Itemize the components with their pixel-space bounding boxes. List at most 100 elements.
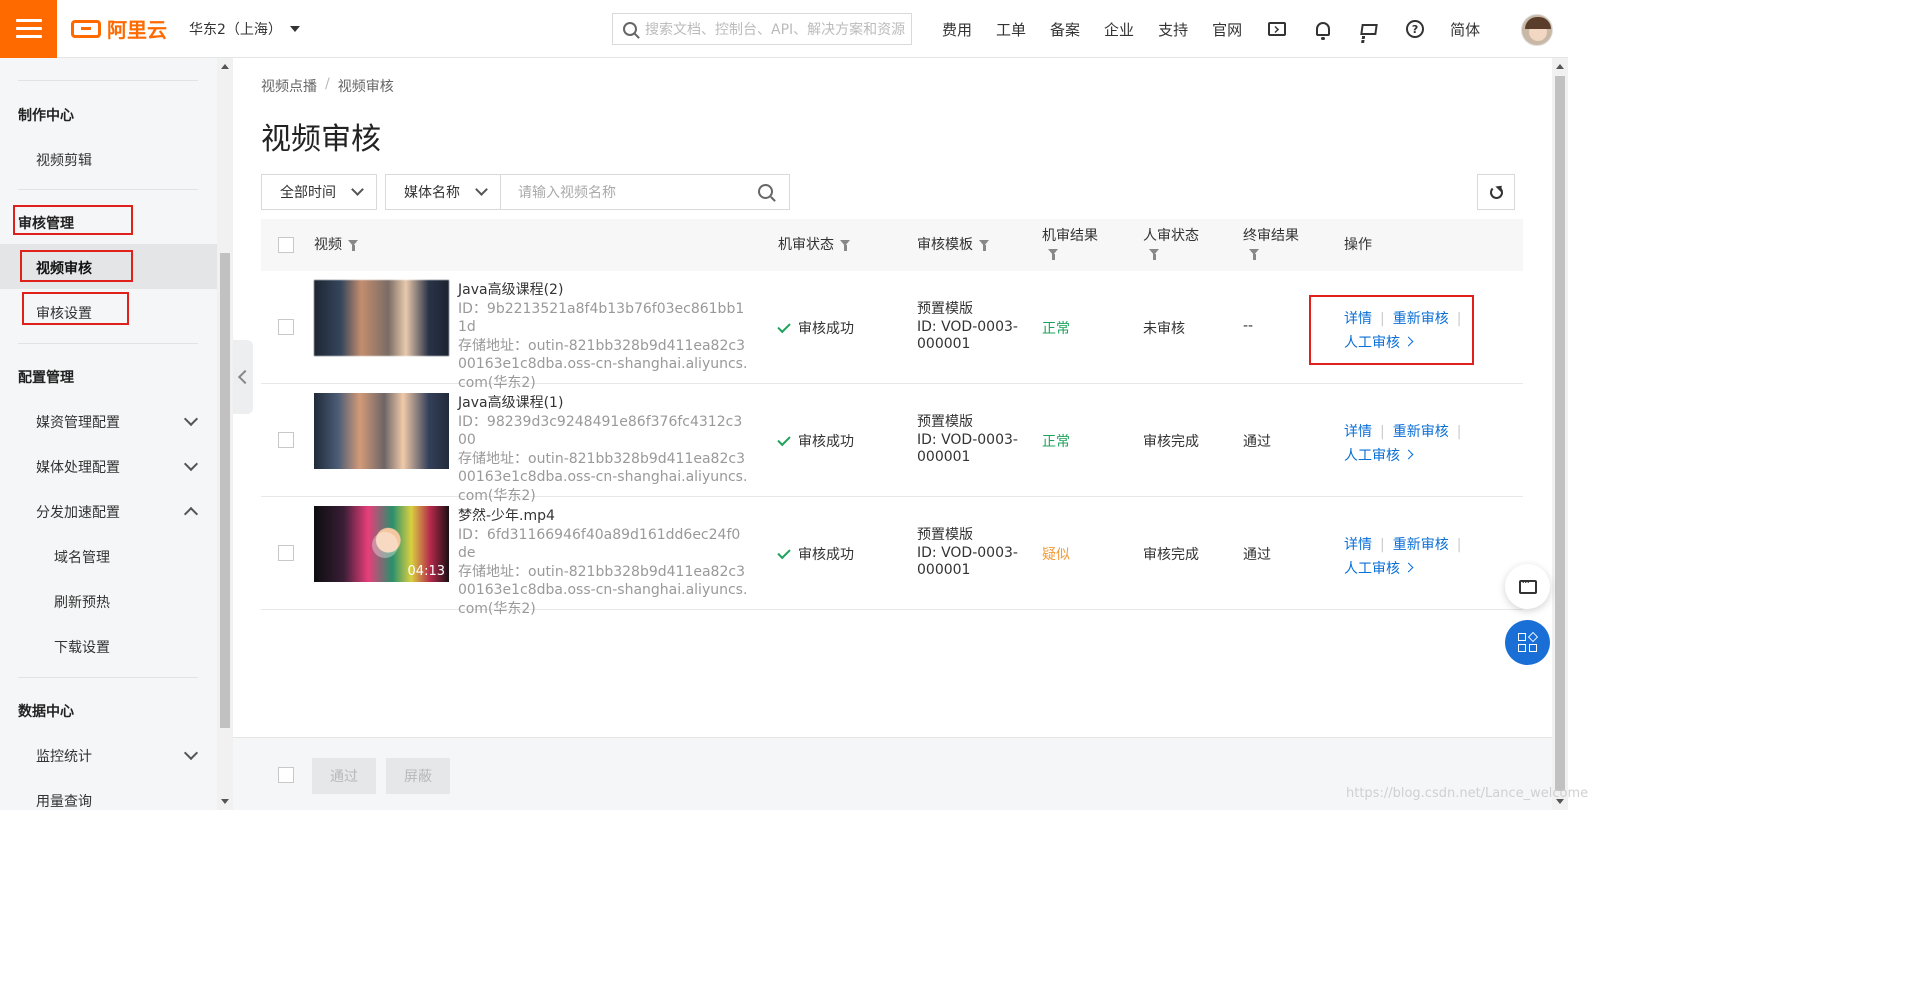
table-row: Java高级课程(2) ID：9b2213521a8f4b13b76f03ec8… <box>261 271 1523 391</box>
sidebar-item-media-asset-config[interactable]: 媒资管理配置 <box>36 412 120 432</box>
machine-result: 正常 <box>1042 321 1070 337</box>
sidebar-item-dist-accel-config[interactable]: 分发加速配置 <box>36 502 120 522</box>
nav-tickets[interactable]: 工单 <box>984 19 1038 40</box>
chevron-down-icon[interactable] <box>183 411 199 427</box>
video-thumbnail[interactable]: 04:13 <box>314 506 449 582</box>
block-button[interactable]: 屏蔽 <box>386 758 450 794</box>
template-id: ID: VOD-0003-000001 <box>917 431 1018 466</box>
pass-button[interactable]: 通过 <box>312 758 376 794</box>
filter-icon[interactable] <box>1048 248 1059 260</box>
brand-logo[interactable]: 阿里云 <box>71 14 167 43</box>
re-review-link[interactable]: 重新审核 <box>1393 424 1449 440</box>
sidebar-item-monitor-stats[interactable]: 监控统计 <box>36 746 92 766</box>
chevron-down-icon[interactable] <box>183 745 199 761</box>
detail-link[interactable]: 详情 <box>1344 424 1372 440</box>
nav-support[interactable]: 支持 <box>1146 19 1200 40</box>
menu-icon[interactable] <box>0 0 57 58</box>
video-storage: 存储地址：outin-821bb328b9d411ea82c300163e1c8… <box>458 563 748 617</box>
check-icon <box>777 432 791 446</box>
sidebar-item-refresh-prefetch[interactable]: 刷新预热 <box>54 592 110 612</box>
cart-icon[interactable] <box>1346 0 1392 58</box>
bell-icon[interactable] <box>1300 0 1346 58</box>
nav-enterprise[interactable]: 企业 <box>1092 19 1146 40</box>
field-select[interactable]: 媒体名称 <box>385 174 501 210</box>
divider <box>18 677 198 678</box>
row-checkbox[interactable] <box>278 319 294 335</box>
manual-review-link[interactable]: 人工审核 <box>1344 335 1414 351</box>
filter-icon[interactable] <box>979 239 990 251</box>
terminal-icon[interactable] <box>1254 0 1300 58</box>
re-review-link[interactable]: 重新审核 <box>1393 311 1449 327</box>
refresh-button[interactable] <box>1477 174 1515 210</box>
row-checkbox[interactable] <box>278 545 294 561</box>
breadcrumb-root[interactable]: 视频点播 <box>261 76 317 96</box>
scroll-up-icon[interactable] <box>1556 64 1564 69</box>
col-template: 审核模板 <box>917 236 990 254</box>
scroll-thumb[interactable] <box>220 253 230 728</box>
sidebar-item-download-settings[interactable]: 下载设置 <box>54 637 110 657</box>
template-info: 预置模版 ID: VOD-0003-000001 <box>917 414 1027 467</box>
time-filter-value: 全部时间 <box>280 185 336 201</box>
chat-icon <box>1518 576 1537 594</box>
scroll-up-icon[interactable] <box>221 64 229 69</box>
row-checkbox[interactable] <box>278 432 294 448</box>
chevron-up-icon[interactable] <box>183 506 199 522</box>
nav-official-site[interactable]: 官网 <box>1200 19 1254 40</box>
watermark: https://blog.csdn.net/Lance_welcome <box>1346 786 1589 801</box>
select-all-checkbox[interactable] <box>278 237 294 253</box>
scroll-thumb[interactable] <box>1555 76 1565 791</box>
template-info: 预置模版 ID: VOD-0003-000001 <box>917 301 1027 354</box>
manual-review-link[interactable]: 人工审核 <box>1344 448 1414 464</box>
video-title: Java高级课程(2) <box>458 282 564 298</box>
manual-review-label: 人工审核 <box>1344 561 1400 577</box>
chat-float-button[interactable] <box>1505 564 1550 609</box>
filter-icon[interactable] <box>1149 248 1160 260</box>
help-icon[interactable]: ? <box>1392 0 1438 58</box>
apps-float-button[interactable] <box>1505 620 1550 665</box>
region-selector[interactable]: 华东2（上海） <box>189 19 300 39</box>
sidebar-item-usage-query[interactable]: 用量查询 <box>36 791 92 810</box>
table-row: 04:13 梦然-少年.mp4 ID：6fd31166946f40a89d161… <box>261 497 1523 617</box>
manual-review-link[interactable]: 人工审核 <box>1344 561 1414 577</box>
collapse-sidebar-button[interactable] <box>233 340 253 414</box>
video-thumbnail[interactable] <box>314 280 449 356</box>
template-id: ID: VOD-0003-000001 <box>917 318 1018 353</box>
row-actions: 详情 | 重新审核 | 人工审核 <box>1344 311 1462 351</box>
col-video-label: 视频 <box>314 237 342 253</box>
nav-icp[interactable]: 备案 <box>1038 19 1092 40</box>
time-filter-select[interactable]: 全部时间 <box>261 174 377 210</box>
brand-name: 阿里云 <box>107 18 167 42</box>
chevron-down-icon[interactable] <box>183 456 199 472</box>
global-search-input[interactable]: 搜索文档、控制台、API、解决方案和资源 <box>612 13 912 45</box>
avatar[interactable] <box>1521 14 1553 46</box>
search-icon <box>623 22 637 36</box>
detail-link[interactable]: 详情 <box>1344 537 1372 553</box>
sidebar-scrollbar[interactable] <box>217 58 233 810</box>
manual-review-label: 人工审核 <box>1344 448 1400 464</box>
col-machine-status: 机审状态 <box>778 236 851 254</box>
re-review-link[interactable]: 重新审核 <box>1393 537 1449 553</box>
highlight-box <box>13 205 133 235</box>
machine-result: 正常 <box>1042 434 1070 450</box>
template-name: 预置模版 <box>917 527 973 543</box>
filter-icon[interactable] <box>840 239 851 251</box>
language-switch[interactable]: 简体 <box>1438 19 1492 40</box>
filter-icon[interactable] <box>1249 248 1260 260</box>
video-id: ID：6fd31166946f40a89d161dd6ec24f0de <box>458 526 741 562</box>
main-scrollbar[interactable] <box>1552 58 1568 810</box>
filter-icon[interactable] <box>348 239 359 251</box>
sidebar-item-video-edit[interactable]: 视频剪辑 <box>36 150 92 170</box>
batch-select-checkbox[interactable] <box>278 767 294 783</box>
sidebar-item-media-process-config[interactable]: 媒体处理配置 <box>36 457 120 477</box>
video-thumbnail[interactable] <box>314 393 449 469</box>
scroll-down-icon[interactable] <box>221 799 229 804</box>
nav-fees[interactable]: 费用 <box>930 19 984 40</box>
detail-link[interactable]: 详情 <box>1344 311 1372 327</box>
video-name-search-input[interactable]: 请输入视频名称 <box>500 174 790 210</box>
col-template-label: 审核模板 <box>917 237 973 253</box>
video-name-placeholder: 请输入视频名称 <box>518 185 616 201</box>
search-icon[interactable] <box>758 184 773 199</box>
video-title: 梦然-少年.mp4 <box>458 508 555 524</box>
sidebar-item-domain-manage[interactable]: 域名管理 <box>54 547 110 567</box>
divider <box>18 189 198 190</box>
